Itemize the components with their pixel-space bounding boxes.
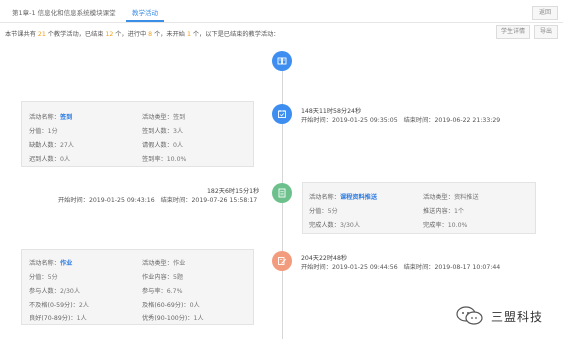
activity-name-link[interactable]: 作业 xyxy=(60,260,72,267)
activity-duration: 204天22时48秒 xyxy=(301,255,348,262)
homework-icon xyxy=(272,251,292,271)
tab-teaching-activities[interactable]: 教学活动 xyxy=(132,7,158,17)
activity-card: 活动名称：作业 活动类型：作业 分值：5分 作业内容：5题 参与人数：2/30人… xyxy=(21,249,254,325)
activity-name-link[interactable]: 课程资料推送 xyxy=(340,194,377,201)
total-count: 21 xyxy=(37,31,46,38)
watermark-text: 三盟科技 xyxy=(490,309,543,324)
activity-card: 活动名称：课程资料推送 活动类型：资料推送 分值：5分 推送内容：1个 完成人数… xyxy=(302,182,536,234)
back-button[interactable]: 返回 xyxy=(532,6,558,20)
activity-time: 开始时间：2019-01-25 09:35:05 结束时间：2019-06-22… xyxy=(301,117,501,124)
activity-summary: 本节课共有 21 个教学活动，已结束 12 个，进行中 8 个，未开始 1 个，… xyxy=(5,31,280,38)
activity-duration: 182天6时15分1秒 xyxy=(207,188,260,195)
document-icon xyxy=(272,183,292,203)
not-started-count: 1 xyxy=(186,31,191,38)
student-details-button[interactable]: 学生详情 xyxy=(496,25,530,39)
calendar-check-icon xyxy=(272,104,292,124)
activity-time: 开始时间：2019-01-25 09:44:56 结束时间：2019-08-17… xyxy=(301,264,501,271)
ended-count: 12 xyxy=(105,31,114,38)
tab-chapter[interactable]: 第1章-1 信息化和信息系统模块课堂 xyxy=(12,7,116,17)
activity-card: 活动名称：签到 活动类型：签到 分值：1分 签到人数：3人 缺勤人数：27人 请… xyxy=(21,101,254,167)
export-button[interactable]: 导出 xyxy=(534,25,558,39)
activity-duration: 148天11时58分24秒 xyxy=(301,108,362,115)
watermark: 三盟科技 xyxy=(455,305,543,327)
ongoing-count: 8 xyxy=(148,31,153,38)
active-tab-indicator xyxy=(126,20,164,22)
activity-time: 开始时间：2019-01-25 09:43:16 结束时间：2019-07-26… xyxy=(58,197,258,204)
book-icon xyxy=(272,51,292,71)
wechat-icon xyxy=(456,306,483,325)
activity-name-link[interactable]: 签到 xyxy=(60,114,72,121)
